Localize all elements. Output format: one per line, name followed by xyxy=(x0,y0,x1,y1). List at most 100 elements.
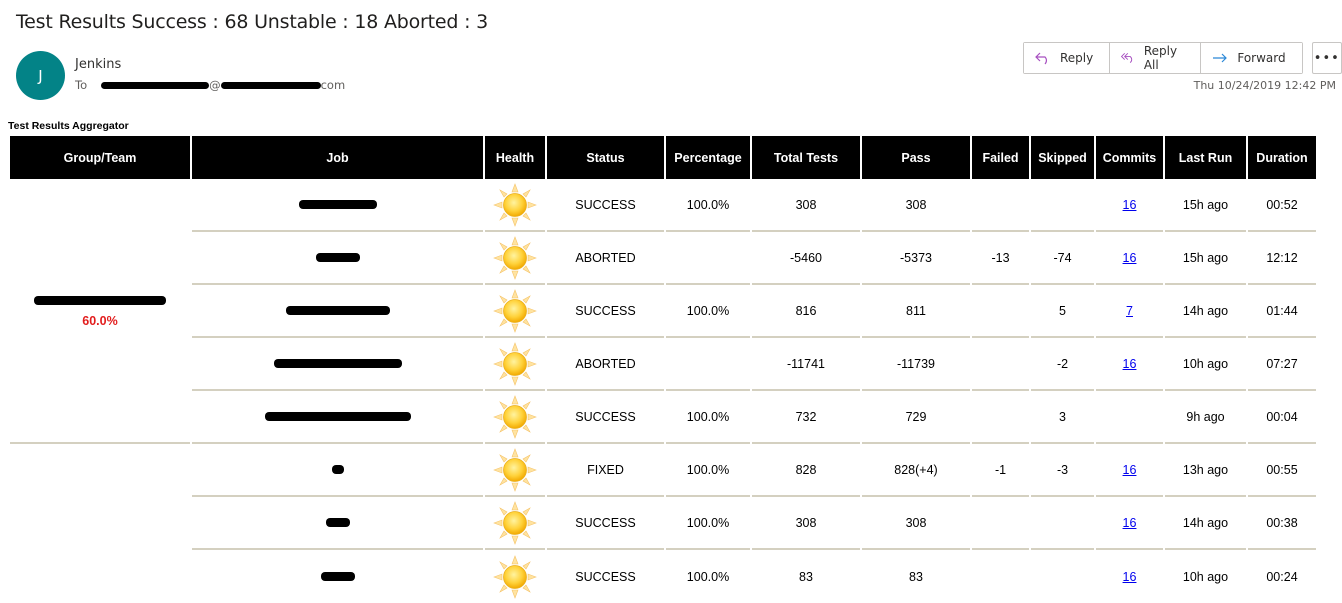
reply-actions-group: Reply Reply All Forward xyxy=(1023,42,1303,74)
redacted-job-name[interactable] xyxy=(273,358,402,368)
failed-cell xyxy=(972,550,1029,603)
last-run-cell: 15h ago xyxy=(1165,179,1246,232)
job-cell xyxy=(192,285,483,338)
failed-cell xyxy=(972,338,1029,391)
header-job: Job xyxy=(192,136,483,179)
commits-link[interactable]: 16 xyxy=(1123,516,1137,530)
health-cell xyxy=(485,179,545,232)
reply-button[interactable]: Reply xyxy=(1024,43,1111,73)
percentage-cell xyxy=(666,338,750,391)
last-run-cell: 10h ago xyxy=(1182,569,1229,584)
table-row: SUCCESS 100.0% 308 308 16 14h ago 00:38 xyxy=(10,497,1316,550)
total-tests-cell: 816 xyxy=(752,285,860,338)
group-cell: 60.0% xyxy=(10,179,190,444)
commits-link[interactable]: 16 xyxy=(1123,251,1137,265)
health-cell xyxy=(485,497,545,550)
header-status: Status xyxy=(547,136,664,179)
total-tests-cell: 308 xyxy=(752,497,860,550)
status-cell: SUCCESS xyxy=(547,179,664,232)
sender-name[interactable]: Jenkins xyxy=(75,57,121,72)
header-group-team: Group/Team xyxy=(10,136,190,179)
status-cell: SUCCESS xyxy=(575,569,636,584)
health-cell xyxy=(485,550,545,603)
percentage-cell: 100.0% xyxy=(666,497,750,550)
forward-button[interactable]: Forward xyxy=(1201,43,1302,73)
sender-avatar[interactable]: J xyxy=(16,51,65,100)
skipped-cell: -2 xyxy=(1031,338,1094,391)
percentage-cell xyxy=(666,232,750,285)
forward-icon xyxy=(1213,53,1228,63)
reply-all-icon xyxy=(1121,52,1133,64)
message-actions: Reply Reply All Forward ••• xyxy=(1023,42,1342,74)
table-row: ABORTED -11741 -11739 -2 16 10h ago 07:27 xyxy=(10,338,1316,391)
pass-cell: 729 xyxy=(862,391,970,444)
health-sunny-icon xyxy=(493,554,537,599)
redacted-job-name[interactable] xyxy=(320,571,355,581)
commits-link[interactable]: 7 xyxy=(1126,304,1133,318)
percentage-cell: 100.0% xyxy=(666,179,750,232)
percentage-cell: 100.0% xyxy=(666,285,750,338)
table-row: 60.0% SUCCESS 100.0% 308 308 16 15h ago 00:52 xyxy=(10,179,1316,444)
failed-cell xyxy=(972,285,1029,338)
report-title: Test Results Aggregator xyxy=(8,120,129,132)
job-cell xyxy=(192,232,483,285)
duration-cell: 00:04 xyxy=(1248,391,1316,444)
skipped-cell: 5 xyxy=(1031,285,1094,338)
status-cell: SUCCESS xyxy=(547,497,664,550)
table-row: ABORTED -5460 -5373 -13 -74 16 15h ago 12:12 xyxy=(10,232,1316,285)
commits-link[interactable]: 16 xyxy=(1123,463,1137,477)
pass-cell: 308 xyxy=(862,179,970,232)
commits-cell: 16 xyxy=(1096,444,1163,497)
header-percentage: Percentage xyxy=(666,136,750,179)
table-row: SUCCESS 100.0% 83 83 16 10h ago 00:24 xyxy=(10,550,1316,603)
group-cell xyxy=(10,444,190,603)
percentage-cell: 100.0% xyxy=(666,444,750,497)
duration-cell: 00:52 xyxy=(1248,179,1316,232)
last-run-cell: 9h ago xyxy=(1165,391,1246,444)
skipped-cell: 3 xyxy=(1031,391,1094,444)
total-tests-cell: 828 xyxy=(752,444,860,497)
last-run-cell: 13h ago xyxy=(1165,444,1246,497)
skipped-cell: -74 xyxy=(1031,232,1094,285)
skipped-cell xyxy=(1031,179,1094,232)
percentage-cell: 100.0% xyxy=(666,391,750,444)
duration-cell: 00:38 xyxy=(1248,497,1316,550)
health-cell xyxy=(485,232,545,285)
reply-label: Reply xyxy=(1060,51,1094,65)
redacted-job-name[interactable] xyxy=(264,411,411,421)
commits-cell: 16 xyxy=(1096,179,1163,232)
redacted-group-name xyxy=(34,295,166,305)
commits-cell: 16 xyxy=(1096,232,1163,285)
health-sunny-icon xyxy=(493,394,537,439)
redacted-job-name[interactable] xyxy=(285,305,390,315)
more-actions-button[interactable]: ••• xyxy=(1311,42,1342,74)
reply-all-button[interactable]: Reply All xyxy=(1110,43,1202,73)
recipient-at: @ xyxy=(209,78,221,92)
header-duration: Duration xyxy=(1248,136,1316,179)
redacted-recipient-domain xyxy=(220,81,321,89)
percentage-cell: 100.0% xyxy=(686,569,730,584)
forward-label: Forward xyxy=(1237,51,1286,65)
redacted-job-name[interactable] xyxy=(325,517,350,527)
failed-cell: -1 xyxy=(972,444,1029,497)
redacted-job-name[interactable] xyxy=(331,464,344,474)
commits-link[interactable]: 16 xyxy=(1123,198,1137,212)
header-total-tests: Total Tests xyxy=(752,136,860,179)
failed-cell xyxy=(972,497,1029,550)
pass-cell: 828(+4) xyxy=(862,444,970,497)
total-tests-cell: -11741 xyxy=(752,338,860,391)
commits-link[interactable]: 16 xyxy=(1123,570,1137,584)
redacted-job-name[interactable] xyxy=(315,252,360,262)
pass-cell: 308 xyxy=(862,497,970,550)
header-last-run: Last Run xyxy=(1165,136,1246,179)
redacted-recipient-user xyxy=(101,81,210,89)
health-sunny-icon xyxy=(493,500,537,545)
commits-link[interactable]: 16 xyxy=(1123,357,1137,371)
failed-cell xyxy=(972,391,1029,444)
header-failed: Failed xyxy=(972,136,1029,179)
redacted-job-name[interactable] xyxy=(298,199,377,209)
duration-cell: 00:55 xyxy=(1248,444,1316,497)
total-tests-cell: -5460 xyxy=(752,232,860,285)
reply-icon xyxy=(1035,52,1047,65)
total-tests-cell: 83 xyxy=(799,569,813,584)
